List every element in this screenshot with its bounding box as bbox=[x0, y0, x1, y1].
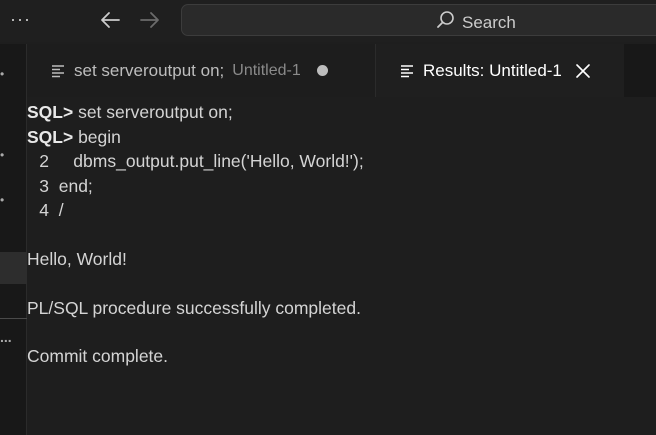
title-bar: ··· Search bbox=[0, 0, 656, 42]
list-icon bbox=[51, 64, 65, 78]
search-label: Search bbox=[462, 12, 516, 32]
ellipsis-icon[interactable]: ··· bbox=[10, 8, 31, 30]
code-text: dbms_output.put_line('Hello, World!'); bbox=[49, 151, 364, 171]
sql-prompt: SQL> bbox=[27, 102, 74, 122]
search-box[interactable]: Search bbox=[181, 4, 656, 36]
results-output: SQL> set serveroutput on; SQL> begin 2 d… bbox=[27, 100, 656, 435]
unsaved-dot-icon[interactable] bbox=[316, 65, 328, 76]
code-text: / bbox=[49, 200, 64, 220]
side-active-item[interactable] bbox=[0, 252, 27, 284]
tab-description: Untitled-1 bbox=[232, 61, 301, 79]
output-line: 3 end; bbox=[27, 174, 93, 198]
sql-prompt: SQL> bbox=[27, 127, 74, 147]
code-text: end; bbox=[49, 176, 93, 196]
side-mark: • bbox=[0, 67, 5, 81]
line-number: 2 bbox=[39, 151, 49, 171]
output-line: 4 / bbox=[27, 198, 64, 222]
output-message: PL/SQL procedure successfully completed. bbox=[27, 298, 361, 318]
divider bbox=[0, 318, 27, 319]
output-line: SQL> begin bbox=[27, 125, 121, 149]
command-text: begin bbox=[73, 127, 121, 147]
tab-label: set serveroutput on; bbox=[74, 60, 225, 80]
search-icon bbox=[436, 10, 456, 35]
tab-bar: set serveroutput on; Untitled-1 Results:… bbox=[27, 44, 656, 97]
output-message: Hello, World! bbox=[27, 249, 127, 269]
side-mark: • bbox=[0, 148, 5, 162]
tab-editor[interactable]: set serveroutput on; Untitled-1 bbox=[27, 44, 376, 97]
tab-results[interactable]: Results: Untitled-1 bbox=[376, 44, 624, 97]
line-number: 3 bbox=[39, 176, 49, 196]
command-text: set serveroutput on; bbox=[73, 102, 233, 122]
tab-label: Results: Untitled-1 bbox=[423, 60, 562, 80]
line-number: 4 bbox=[39, 200, 49, 220]
output-line: SQL> set serveroutput on; bbox=[27, 100, 233, 124]
list-icon bbox=[400, 64, 414, 78]
side-panel-strip: • • • ... bbox=[0, 44, 27, 435]
arrow-left-icon[interactable] bbox=[96, 7, 124, 33]
output-line: 2 dbms_output.put_line('Hello, World!'); bbox=[27, 149, 364, 173]
arrow-right-icon[interactable] bbox=[136, 7, 164, 33]
side-mark: ... bbox=[0, 329, 12, 345]
side-mark: • bbox=[0, 193, 5, 207]
close-icon[interactable] bbox=[576, 63, 590, 78]
output-message: Commit complete. bbox=[27, 346, 169, 366]
